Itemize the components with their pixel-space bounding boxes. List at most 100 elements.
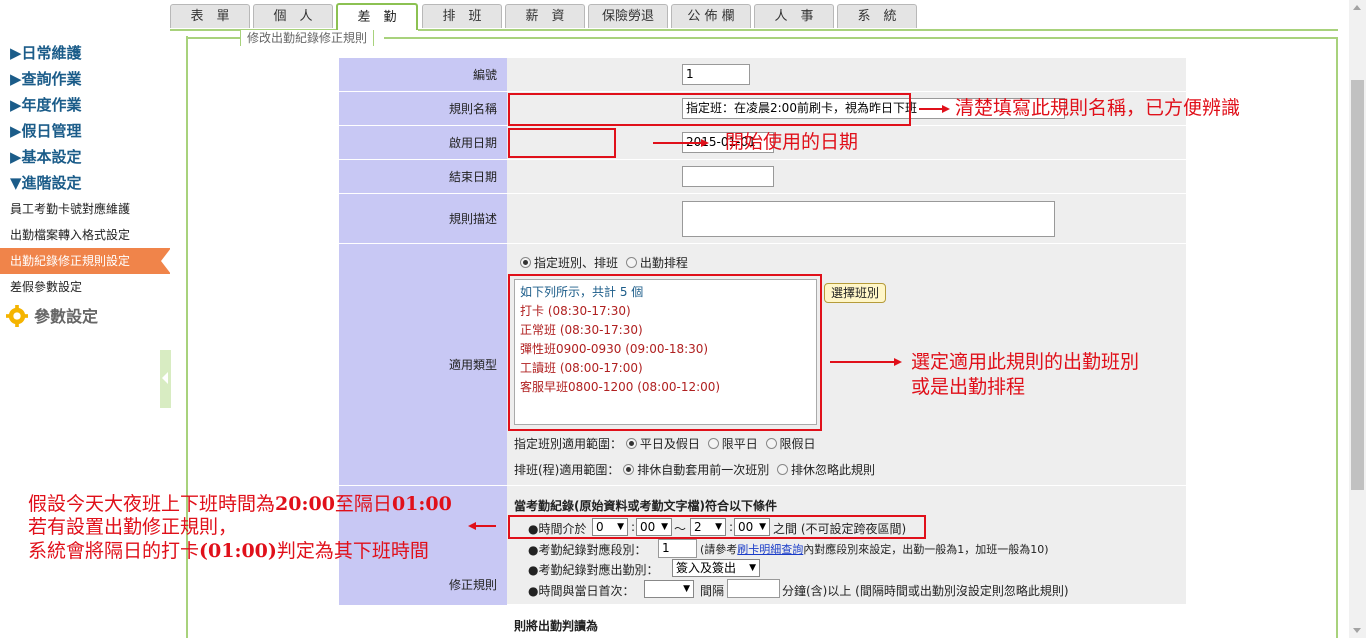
choose-shift-button[interactable]: 選擇班別 bbox=[824, 283, 887, 303]
night3-a: 系統會將隔日的打卡 bbox=[28, 540, 200, 562]
sidebar-cat-yearly[interactable]: ▶年度作業 bbox=[0, 92, 170, 118]
row-end: 結束日期 bbox=[339, 160, 1186, 194]
scope-label: 指定班別適用範圍： bbox=[514, 437, 623, 451]
sidebar-cat-basic[interactable]: ▶基本設定 bbox=[0, 144, 170, 170]
arrow-right-icon bbox=[894, 358, 902, 366]
id-label: 編號 bbox=[339, 58, 507, 91]
arrow-right-icon bbox=[942, 105, 950, 113]
sidebar-item-import-format[interactable]: 出勤檔案轉入格式設定 bbox=[0, 222, 170, 248]
annotation-name: 清楚填寫此規則名稱，已方便辨識 bbox=[955, 97, 1241, 119]
arrow-right-icon bbox=[701, 139, 709, 147]
scope-radio-all[interactable] bbox=[625, 438, 637, 449]
sidebar-item-card-mapping[interactable]: 員工考勤卡號對應維護 bbox=[0, 196, 170, 222]
scope-opt2-label: 限平日 bbox=[721, 437, 758, 451]
seg-input[interactable]: 1 bbox=[658, 539, 697, 558]
sched-opt2-label: 排休忽略此規則 bbox=[791, 463, 876, 477]
sched-radio-ignore[interactable] bbox=[777, 464, 789, 475]
sidebar-cat-advanced[interactable]: ▼進階設定 bbox=[0, 170, 170, 196]
seg-label: ●考勤紀錄對應段別： bbox=[528, 543, 647, 557]
chevron-down-icon: ▼ bbox=[683, 584, 690, 594]
fieldset-legend: 修改出勤紀錄修正規則 bbox=[240, 30, 375, 46]
interval-input[interactable] bbox=[727, 579, 780, 598]
scroll-down-icon[interactable] bbox=[1353, 628, 1361, 633]
sched-radio-apply[interactable] bbox=[623, 464, 635, 475]
tab-salary[interactable]: 薪 資 bbox=[505, 4, 585, 28]
inout-select[interactable]: 簽入及簽出 ▼ bbox=[672, 559, 760, 577]
night1-a: 假設今天大夜班上下班時間為 bbox=[28, 493, 276, 515]
annotation-shift-1: 選定適用此規則的出勤班別 bbox=[911, 351, 1140, 373]
punch-detail-link[interactable]: 刷卡明細查詢 bbox=[737, 543, 803, 556]
night1-b: 20:00 bbox=[275, 493, 335, 515]
chevron-left-icon bbox=[162, 372, 168, 384]
scope-radio-weekday[interactable] bbox=[707, 438, 719, 449]
param-settings-label: 參數設定 bbox=[34, 307, 99, 326]
tab-underline-right bbox=[418, 29, 1338, 31]
end-cell bbox=[507, 160, 1186, 193]
scope-opt3-label: 限假日 bbox=[779, 437, 816, 451]
sidebar-item-correction-rules[interactable]: 出勤紀錄修正規則設定 bbox=[0, 248, 171, 274]
type-radio-group: 指定班別、排班 出勤排程 bbox=[520, 254, 688, 271]
sidebar-cat-query[interactable]: ▶查詢作業 bbox=[0, 66, 170, 92]
sidebar-cat-holiday[interactable]: ▶假日管理 bbox=[0, 118, 170, 144]
sidebar: ▶日常維護 ▶查詢作業 ▶年度作業 ▶假日管理 ▶基本設定 ▼進階設定 員工考勤… bbox=[0, 40, 171, 334]
tab-personal[interactable]: 個 人 bbox=[253, 4, 333, 28]
night3-c: 判定為其下班時間 bbox=[276, 540, 429, 562]
sidebar-param-settings[interactable]: 參數設定 bbox=[0, 300, 170, 334]
annotation-shift-2: 或是出勤排程 bbox=[911, 376, 1026, 398]
scope-radio-holiday[interactable] bbox=[765, 438, 777, 449]
scroll-thumb[interactable] bbox=[1351, 80, 1364, 490]
seg-note: (請參考刷卡明細查詢內對應段別來設定，出勤一般為1，加班一般為10) bbox=[700, 541, 1049, 557]
tab-attendance[interactable]: 差 勤 bbox=[336, 3, 418, 30]
desc-textarea[interactable] bbox=[682, 201, 1055, 237]
type-label: 適用類型 bbox=[339, 244, 507, 485]
tab-hr[interactable]: 人 事 bbox=[754, 4, 834, 28]
first-mid: 間隔 bbox=[700, 584, 725, 598]
fieldset-top-border-right bbox=[384, 37, 1338, 39]
row-desc: 規則描述 bbox=[339, 194, 1186, 244]
inout-label: ●考勤紀錄對應出勤別： bbox=[528, 563, 659, 577]
type-radio-shift[interactable] bbox=[520, 257, 531, 268]
tab-forms[interactable]: 表 單 bbox=[170, 4, 250, 28]
sidebar-item-leave-params[interactable]: 差假參數設定 bbox=[0, 274, 170, 300]
id-input[interactable]: 1 bbox=[682, 64, 750, 85]
seg-note-post: 內對應段別來設定，出勤一般為1，加班一般為10) bbox=[803, 543, 1049, 556]
annotation-night-3: 系統會將隔日的打卡(01:00)判定為其下班時間 bbox=[28, 539, 429, 563]
page-scrollbar[interactable] bbox=[1349, 0, 1366, 638]
sched-label: 排班(程)適用範圍： bbox=[514, 463, 620, 477]
annotation-start: 開始使用的日期 bbox=[725, 131, 859, 153]
name-label: 規則名稱 bbox=[339, 92, 507, 125]
end-label: 結束日期 bbox=[339, 160, 507, 193]
night3-b: (01:00) bbox=[199, 540, 277, 562]
fieldset-right-border bbox=[1336, 37, 1338, 638]
sidebar-cat-daily[interactable]: ▶日常維護 bbox=[0, 40, 170, 66]
seg-note-pre: (請參考 bbox=[700, 543, 738, 556]
highlight-time-range bbox=[508, 515, 926, 539]
type-radio-schedule[interactable] bbox=[625, 257, 637, 268]
chevron-down-icon: ▼ bbox=[749, 563, 756, 573]
type-opt2-label: 出勤排程 bbox=[639, 256, 688, 270]
id-cell: 1 bbox=[507, 58, 1186, 91]
desc-label: 規則描述 bbox=[339, 194, 507, 243]
arrow-shift bbox=[830, 361, 894, 363]
scroll-up-icon[interactable] bbox=[1353, 5, 1361, 10]
cond-title: 當考勤紀錄(原始資料或考勤文字檔)符合以下條件 bbox=[514, 499, 777, 513]
type-opt1-label: 指定班別、排班 bbox=[534, 256, 619, 270]
arrow-left-icon bbox=[468, 522, 476, 530]
first-select[interactable]: ▼ bbox=[644, 580, 694, 598]
end-date-input[interactable] bbox=[682, 166, 774, 187]
night1-c: 至隔日 bbox=[334, 493, 392, 515]
gear-icon bbox=[6, 305, 28, 327]
sidebar-collapse-handle[interactable] bbox=[160, 350, 171, 408]
arrow-start bbox=[653, 142, 701, 144]
fieldset-top-border-left bbox=[186, 37, 240, 39]
tab-insurance[interactable]: 保險勞退 bbox=[588, 4, 668, 28]
tab-bulletin[interactable]: 公 佈 欄 bbox=[671, 4, 751, 28]
sched-opt1-label: 排休自動套用前一次班別 bbox=[637, 463, 770, 477]
annotation-night-2: 若有設置出勤修正規則， bbox=[28, 516, 238, 538]
sched-row: 排班(程)適用範圍： 排休自動套用前一次班別 排休忽略此規則 bbox=[514, 461, 875, 478]
tab-schedule[interactable]: 排 班 bbox=[422, 4, 502, 28]
tab-system[interactable]: 系 統 bbox=[837, 4, 917, 28]
annotation-night-1: 假設今天大夜班上下班時間為20:00至隔日01:00 bbox=[28, 492, 452, 516]
row-id: 編號 1 bbox=[339, 58, 1186, 92]
first-label: ●時間與當日首次： bbox=[528, 584, 635, 598]
